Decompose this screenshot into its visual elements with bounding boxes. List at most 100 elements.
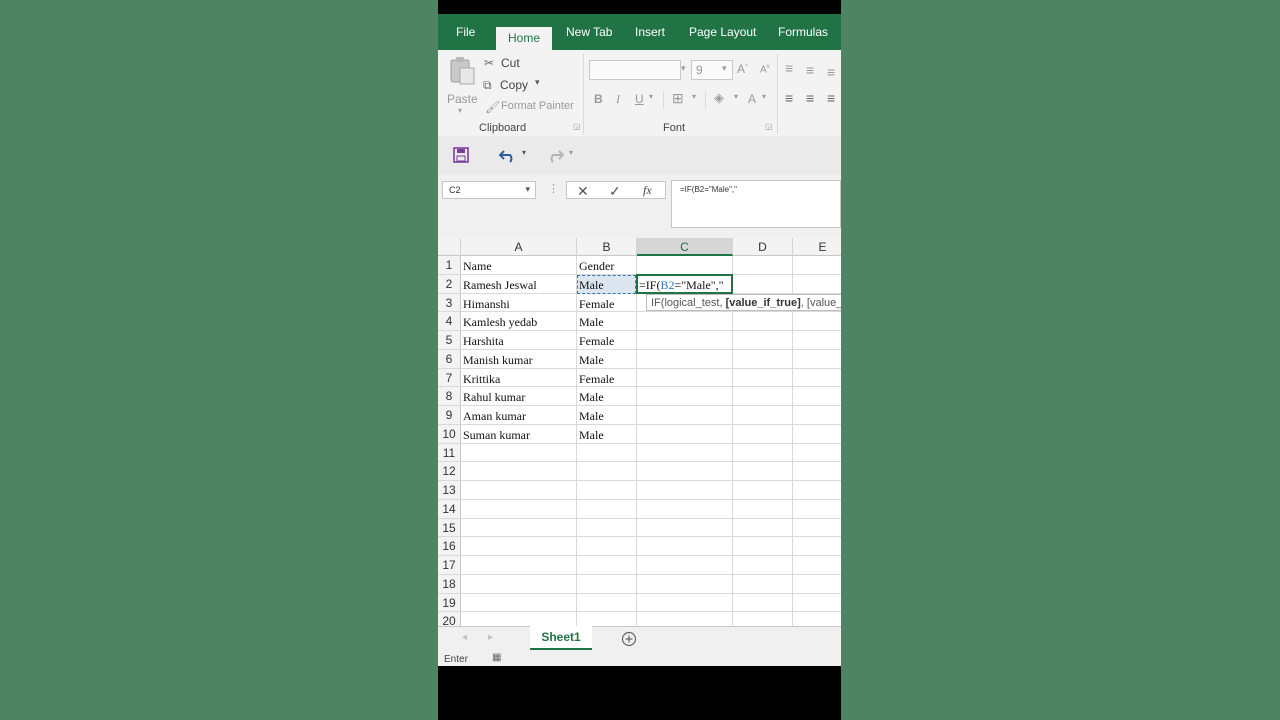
cell-a[interactable]: Harshita	[463, 334, 504, 349]
align-top-icon[interactable]: ≡	[785, 60, 793, 76]
column-header-e[interactable]: E	[793, 238, 841, 256]
cell-b[interactable]: Male	[579, 390, 604, 405]
column-header-c[interactable]: C	[637, 238, 733, 256]
decrease-font-icon[interactable]: Av	[760, 64, 770, 75]
cell-a[interactable]: Suman kumar	[463, 428, 530, 443]
cell-b[interactable]: Male	[579, 315, 604, 330]
row-header[interactable]: 17	[438, 556, 461, 575]
undo-icon[interactable]	[499, 147, 517, 163]
align-middle-icon[interactable]: ≡	[806, 62, 814, 78]
cell-a[interactable]: Ramesh Jeswal	[463, 278, 537, 293]
dialog-launcher-icon[interactable]: ◲	[765, 122, 773, 131]
fill-color-icon[interactable]: ◈	[714, 90, 724, 106]
align-left-icon[interactable]: ≡	[785, 90, 793, 106]
row-header[interactable]: 18	[438, 574, 461, 594]
font-size-box[interactable]: 9 ▾	[691, 60, 733, 80]
row-header[interactable]: 7	[438, 368, 461, 388]
tab-new-tab[interactable]: New Tab	[566, 25, 612, 39]
enter-check-icon[interactable]: ✓	[609, 183, 621, 200]
tab-formulas[interactable]: Formulas	[778, 25, 828, 39]
row-header[interactable]: 4	[438, 312, 461, 331]
bold-button[interactable]: B	[594, 92, 603, 106]
font-name-box[interactable]	[589, 60, 681, 80]
copy-button[interactable]: Copy	[500, 78, 528, 92]
italic-button[interactable]: I	[616, 92, 620, 107]
paste-button[interactable]: Paste ▾	[446, 54, 478, 116]
row-header[interactable]: 19	[438, 593, 461, 613]
cancel-icon[interactable]: ✕	[577, 183, 589, 200]
font-name-dropdown-icon[interactable]: ▾	[681, 63, 686, 74]
cell-a[interactable]: Himanshi	[463, 297, 510, 312]
cell-b[interactable]: Male	[579, 409, 604, 424]
cell-b[interactable]: Female	[579, 334, 614, 349]
row-header[interactable]: 14	[438, 499, 461, 519]
row-header[interactable]: 9	[438, 406, 461, 425]
select-all-corner[interactable]	[438, 238, 461, 256]
undo-dropdown-icon[interactable]: ▾	[522, 148, 526, 157]
fill-dropdown-icon[interactable]: ▾	[734, 92, 738, 101]
macro-record-icon[interactable]: ▦	[492, 652, 501, 663]
cell-a[interactable]: Krittika	[463, 372, 500, 387]
sheet-tab-sheet1[interactable]: Sheet1	[530, 626, 592, 650]
row-header[interactable]: 2	[438, 274, 461, 294]
cell-b[interactable]: Gender	[579, 259, 614, 274]
cell-b[interactable]: Male	[579, 353, 604, 368]
underline-button[interactable]: U	[635, 92, 644, 106]
column-header-b[interactable]: B	[577, 238, 637, 256]
add-sheet-icon[interactable]	[621, 631, 637, 647]
cell-a[interactable]: Name	[463, 259, 492, 274]
tab-page-layout[interactable]: Page Layout	[689, 25, 756, 39]
align-center-icon[interactable]: ≡	[806, 90, 814, 106]
borders-dropdown-icon[interactable]: ▾	[692, 92, 696, 101]
increase-font-icon[interactable]: A^	[737, 62, 748, 76]
formula-input[interactable]: =IF(B2="Male","	[671, 180, 841, 228]
cell-a[interactable]: Kamlesh yedab	[463, 315, 537, 330]
row-header[interactable]: 15	[438, 518, 461, 538]
align-right-icon[interactable]: ≡	[827, 90, 835, 106]
row-header[interactable]: 13	[438, 481, 461, 500]
tooltip-current-arg[interactable]: [value_if_true]	[726, 297, 801, 309]
row-header[interactable]: 3	[438, 293, 461, 313]
row-header[interactable]: 12	[438, 462, 461, 481]
formula-bar-splitter[interactable]: ⋮	[548, 182, 559, 195]
dialog-launcher-icon[interactable]: ◲	[573, 122, 581, 131]
row-header[interactable]: 11	[438, 443, 461, 463]
cell-edit-formula[interactable]: =IF(B2="Male","	[639, 278, 724, 293]
format-painter-button[interactable]: Format Painter	[501, 100, 574, 112]
insert-function-button[interactable]: fx	[643, 183, 652, 198]
name-box[interactable]: C2 ▾	[442, 181, 536, 199]
row-header[interactable]: 8	[438, 387, 461, 406]
font-color-dropdown-icon[interactable]: ▾	[762, 92, 766, 101]
tab-insert[interactable]: Insert	[635, 25, 665, 39]
tooltip-args[interactable]: IF(logical_test,	[651, 297, 726, 309]
cell-b[interactable]: Male	[579, 428, 604, 443]
column-header-a[interactable]: A	[461, 238, 577, 256]
borders-icon[interactable]: ⊞	[672, 90, 684, 107]
copy-dropdown-icon[interactable]: ▾	[535, 77, 540, 88]
tab-file[interactable]: File	[456, 25, 475, 39]
cell-a[interactable]: Rahul kumar	[463, 390, 525, 405]
column-header-d[interactable]: D	[733, 238, 793, 256]
cell-a[interactable]: Aman kumar	[463, 409, 526, 424]
cut-button[interactable]: Cut	[501, 56, 520, 70]
cell-b[interactable]: Female	[579, 297, 614, 312]
scroll-right-icon[interactable]: ▸	[488, 632, 493, 643]
row-header[interactable]: 16	[438, 537, 461, 556]
font-color-icon[interactable]: A	[748, 92, 756, 106]
cell-a[interactable]: Manish kumar	[463, 353, 533, 368]
row-header[interactable]: 5	[438, 331, 461, 350]
row-header[interactable]: 20	[438, 612, 461, 626]
tooltip-rest[interactable]: , [value_if_false])	[801, 297, 841, 309]
save-icon[interactable]	[453, 147, 469, 163]
row-header[interactable]: 10	[438, 424, 461, 444]
row-header[interactable]: 6	[438, 349, 461, 369]
tab-home[interactable]: Home	[496, 27, 553, 51]
underline-dropdown-icon[interactable]: ▾	[649, 92, 653, 101]
redo-dropdown-icon[interactable]: ▾	[569, 148, 573, 157]
cell-b[interactable]: Male	[579, 278, 604, 293]
scroll-left-icon[interactable]: ◂	[462, 632, 467, 643]
cell-b[interactable]: Female	[579, 372, 614, 387]
redo-icon[interactable]	[546, 147, 564, 163]
row-header[interactable]: 1	[438, 256, 461, 275]
align-bottom-icon[interactable]: ≡	[827, 64, 835, 80]
